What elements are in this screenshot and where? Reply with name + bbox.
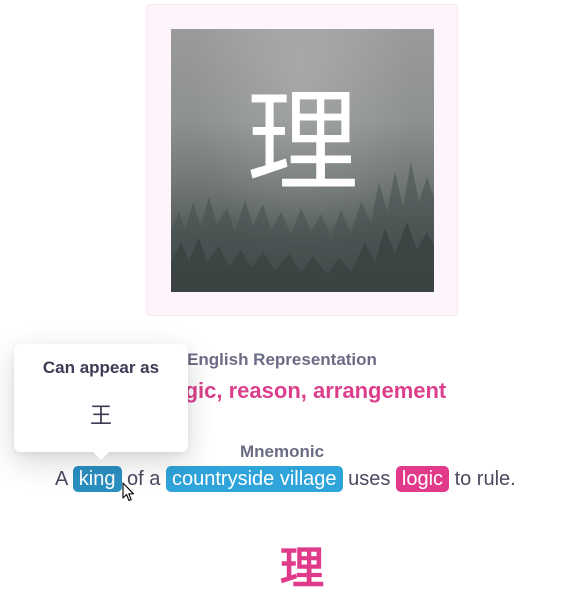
radical-tooltip: Can appear as 王 bbox=[14, 344, 188, 460]
radical-chip-king[interactable]: king bbox=[72, 466, 122, 492]
tooltip-title: Can appear as bbox=[42, 358, 160, 377]
mnemonic-text: uses bbox=[342, 468, 396, 490]
radical-chip-countryside-village[interactable]: countryside village bbox=[165, 466, 343, 492]
kanji-footer-character: 理 bbox=[280, 543, 324, 594]
kanji-background-image: 理 bbox=[171, 29, 434, 292]
kanji-character: 理 bbox=[246, 78, 359, 208]
mnemonic-text: A bbox=[55, 468, 73, 490]
meaning-chip-logic[interactable]: logic bbox=[395, 466, 450, 492]
kanji-card: 理 bbox=[146, 4, 458, 316]
tooltip-radical-glyph: 王 bbox=[89, 404, 112, 429]
pointer-cursor-icon bbox=[122, 482, 135, 502]
mnemonic-text: to rule. bbox=[449, 468, 516, 490]
